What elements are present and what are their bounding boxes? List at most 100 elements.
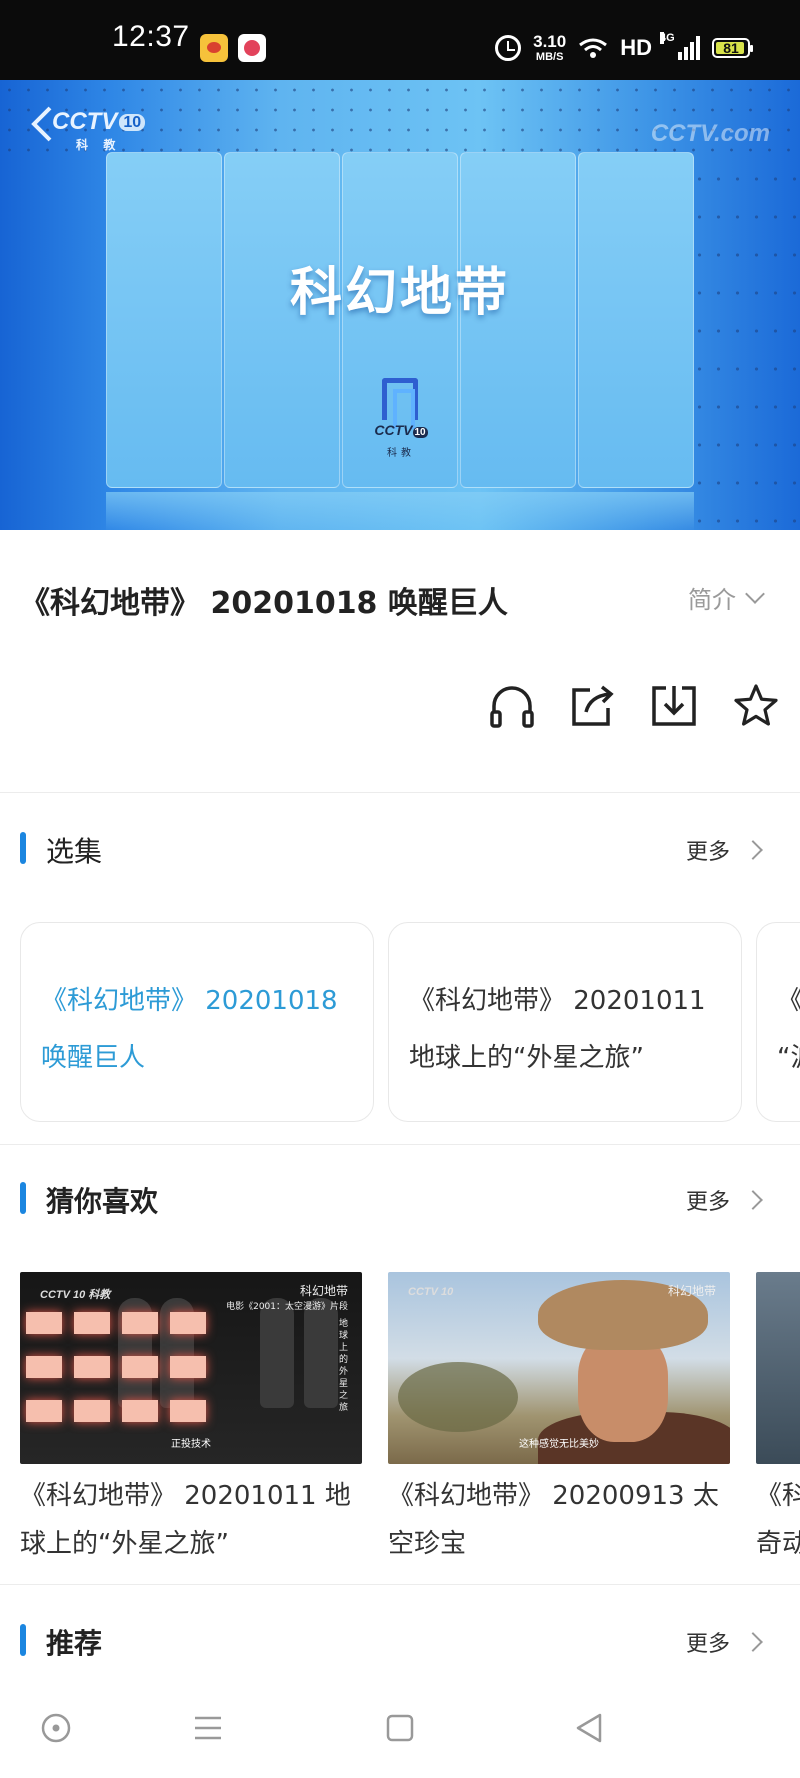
recommend-item-2[interactable]: CCTV 10 科幻地带 这种感觉无比美妙 《科幻地带》 20200913 太 … [388,1272,730,1568]
share-icon [572,685,614,726]
chevron-right-icon [743,1190,763,1210]
recommend-section-title: 推荐 [46,1627,103,1660]
chevron-down-icon [745,583,765,604]
recommend-title: 《科 奇动 [756,1472,800,1568]
episode-card-2[interactable]: 《科幻地带》 20201011 地球上的“外星之旅” [388,922,742,1122]
video-background-pattern-right [690,160,800,530]
net-speed: 3.10 MB/S [533,33,566,63]
center-logo: CCTV 10 科教 [370,378,432,459]
favorite-button[interactable] [732,682,780,730]
thumbnail-tag-sub: 电影《2001：太空漫游》片段 [226,1302,348,1312]
hd-indicator: HD [620,35,652,60]
section-accent-bar [20,1624,26,1656]
signal-icon: 4G [660,32,700,60]
video-thumbnail: CCTV 10 科幻地带 这种感觉无比美妙 [388,1272,730,1464]
episode-title-line1: 《科幻地带》 20201018 [41,986,338,1016]
battery-level: 81 [723,40,739,56]
center-logo-sub: 科教 [387,448,415,459]
recommend-title-line2: 奇动 [756,1529,800,1559]
episode-title-line1: 《 [777,973,800,1030]
thumbnail-logo: CCTV 10 [408,1286,454,1298]
status-time: 12:37 [112,20,190,53]
back-triangle-icon [576,1713,602,1743]
section-accent-bar [20,1182,26,1214]
menu-button[interactable] [190,1710,226,1746]
back-button[interactable] [572,1710,608,1746]
thumbnail-logo: CCTV 10 科教 [40,1289,111,1301]
recommend-title-line2: 球上的“外星之旅” [20,1529,229,1559]
weibo-icon [200,34,228,62]
network-type: 4G [660,32,675,44]
thumbnail-tag: 科幻地带 电影《2001：太空漫游》片段 地球上的外星之旅 [226,1282,348,1414]
episode-title-line2: “波 [777,1043,800,1073]
more-label: 更多 [685,1632,730,1657]
cctv-watermark: CCTV.com [650,120,770,147]
recommend-title-line2: 空珍宝 [388,1529,467,1559]
guess-section-title: 猜你喜欢 [46,1185,159,1218]
chevron-right-icon [743,1632,763,1652]
headphones-icon [490,686,534,728]
thumbnail-tag: 科幻地带 [667,1284,716,1298]
recommend-item-3[interactable]: 《科 奇动 [756,1272,800,1568]
menu-icon [195,1716,221,1740]
home-circle-button[interactable] [38,1710,74,1746]
home-circle-icon [41,1713,71,1743]
more-label: 更多 [685,1190,730,1215]
recommend-title-line1: 《科 [756,1481,800,1511]
more-label: 更多 [685,840,730,865]
status-bar: 12:37 3.10 MB/S HD 4G 81 [0,0,800,80]
episodes-section-title: 选集 [46,835,103,868]
share-button[interactable] [568,682,616,730]
video-panels-reflection [106,492,694,530]
net-speed-unit: MB/S [535,51,564,63]
app-icon [238,34,266,62]
alarm-icon [495,35,522,61]
intro-label: 简介 [688,586,736,614]
episode-card-1[interactable]: 《科幻地带》 20201018 唤醒巨人 [20,922,374,1122]
video-show-title: 科幻地带 [289,263,510,323]
recommend-item-1[interactable]: CCTV 10 科教 科幻地带 电影《2001：太空漫游》片段 地球上的外星之旅… [20,1272,362,1568]
recommend-title: 《科幻地带》 20201011 地 球上的“外星之旅” [20,1472,362,1568]
channel-logo-text: CCTV [52,108,118,135]
center-logo-number: 10 [412,427,428,438]
center-logo-text: CCTV [374,422,413,438]
thumbnail-side-text: 地球上的外星之旅 [338,1319,348,1413]
thumbnail-caption: 这种感觉无比美妙 [519,1439,599,1450]
download-button[interactable] [650,682,698,730]
guess-more-link[interactable]: 更多 [685,1184,763,1216]
recommend-title: 《科幻地带》 20200913 太 空珍宝 [388,1472,730,1568]
square-icon [386,1714,414,1742]
thumbnail-tag-title: 科幻地带 [299,1284,348,1298]
system-nav-bar [0,1688,800,1778]
net-speed-value: 3.10 [533,32,567,51]
thumbnail-caption: 正投技术 [171,1439,211,1450]
wifi-icon [578,37,608,59]
star-icon [734,684,778,726]
channel-logo-sub: 科 教 [76,138,122,152]
episode-title-line1: 《科幻地带》 20201011 [409,986,706,1016]
divider [0,792,800,793]
headphones-button[interactable] [488,682,536,730]
status-right: 3.10 MB/S HD 4G 81 [495,30,753,66]
episode-title-line2: 地球上的“外星之旅” [409,1043,644,1073]
channel-logo: CCTV 10 科 教 [52,108,146,153]
video-thumbnail: CCTV 10 科教 科幻地带 电影《2001：太空漫游》片段 地球上的外星之旅… [20,1272,362,1464]
divider [0,1584,800,1585]
recent-apps-button[interactable] [382,1710,418,1746]
channel-logo-number: 10 [119,113,146,131]
episode-title-line2: 唤醒巨人 [41,1043,146,1073]
chevron-right-icon [743,840,763,860]
episode-card-3[interactable]: 《 “波 [756,922,800,1122]
battery-icon: 81 [712,38,753,58]
download-icon [652,686,696,726]
episodes-more-link[interactable]: 更多 [685,834,763,866]
divider [0,1144,800,1145]
video-thumbnail [756,1272,800,1464]
recommend-more-link[interactable]: 更多 [685,1626,763,1658]
program-title: 《科幻地带》 20201018 唤醒巨人 [20,586,508,621]
video-player[interactable]: 科幻地带 CCTV 10 科 教 CCTV.com CCTV 10 科教 [0,80,800,530]
recommend-title-line1: 《科幻地带》 20201011 地 [20,1481,351,1511]
intro-button[interactable]: 简介 [688,580,765,615]
recommend-title-line1: 《科幻地带》 20200913 太 [388,1481,719,1511]
section-accent-bar [20,832,26,864]
